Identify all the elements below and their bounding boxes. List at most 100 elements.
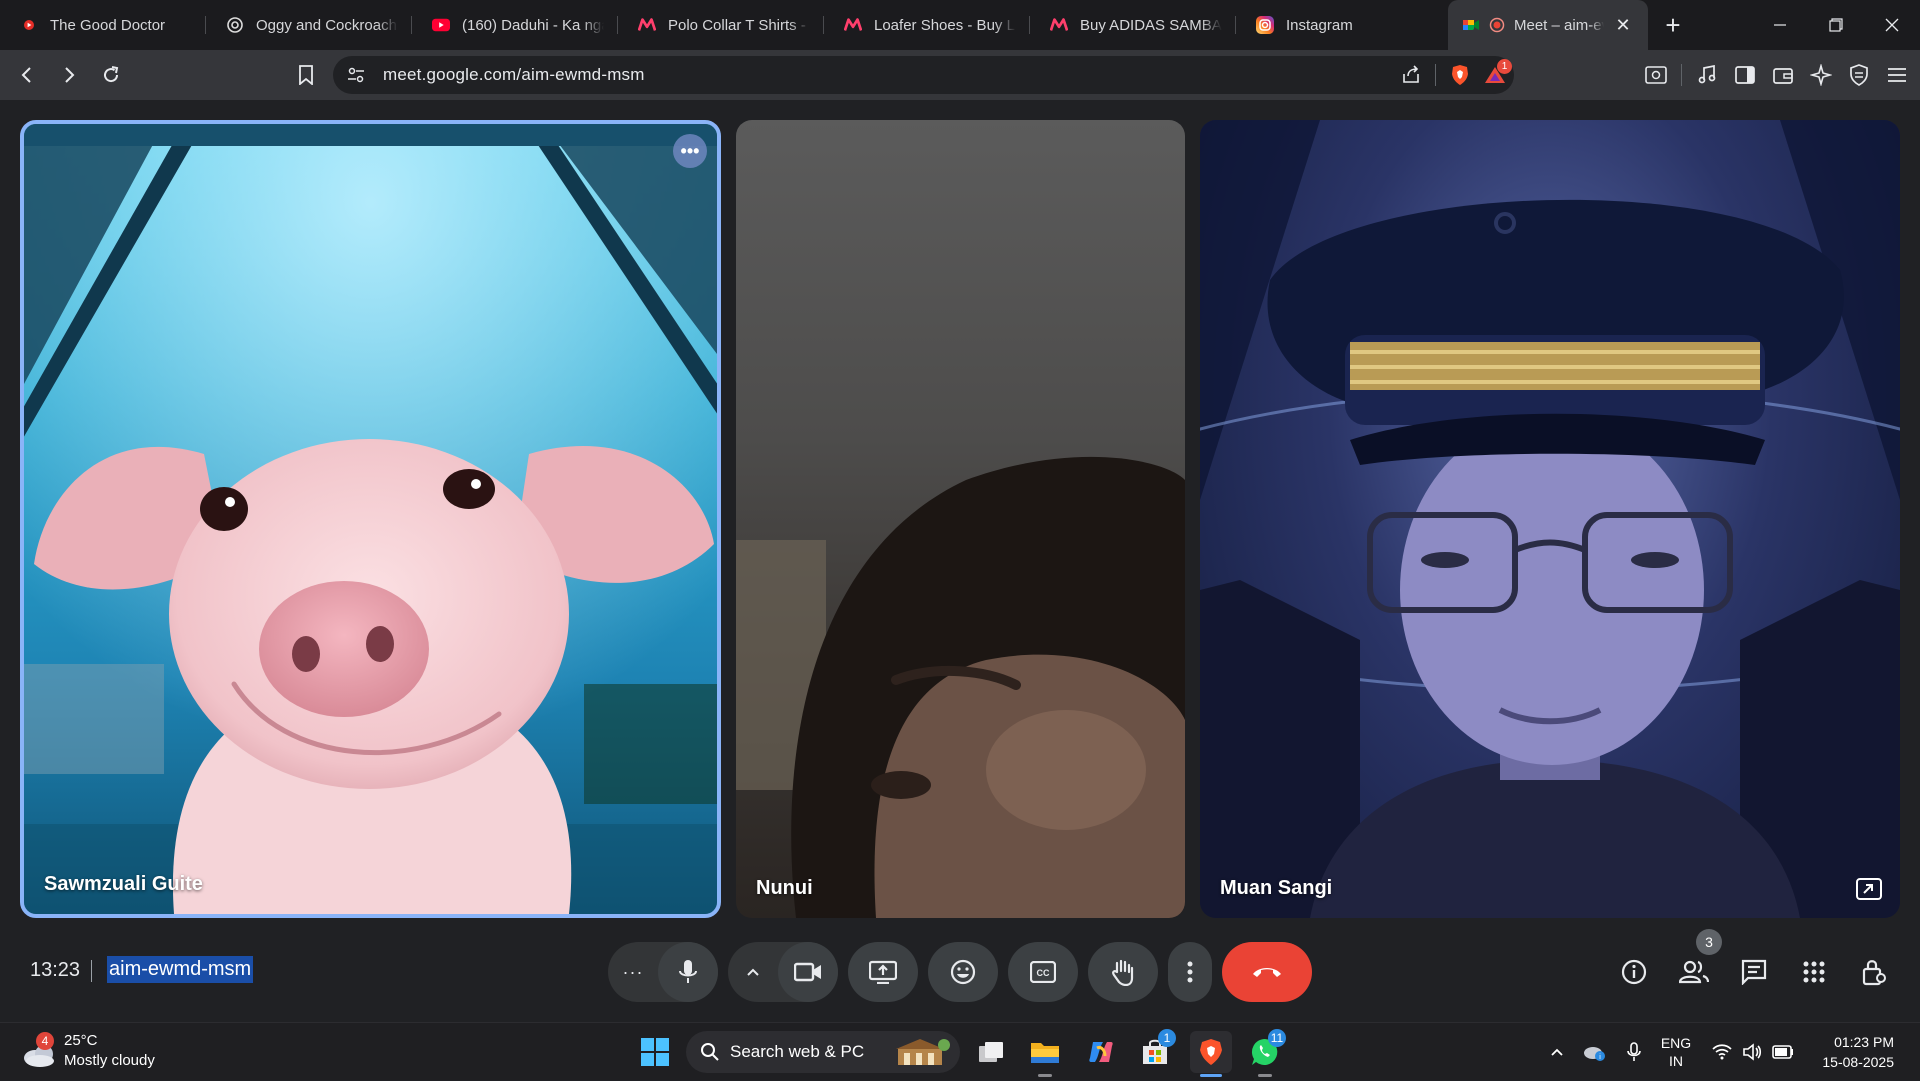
tab-adidas-samba[interactable]: Buy ADIDAS SAMBA C bbox=[1030, 0, 1236, 50]
apps-grid-icon bbox=[1803, 961, 1825, 983]
participant-name: Nunui bbox=[756, 877, 813, 899]
screenshot-search-icon[interactable] bbox=[1643, 62, 1669, 88]
window-controls bbox=[1752, 0, 1920, 50]
more-options-button[interactable]: ••• bbox=[673, 134, 707, 168]
raise-hand-button[interactable] bbox=[1088, 942, 1158, 1002]
emoji-icon bbox=[950, 959, 976, 985]
start-button[interactable] bbox=[634, 1031, 676, 1073]
taskbar-search-box[interactable]: Search web & PC bbox=[686, 1031, 960, 1073]
copilot-button[interactable] bbox=[1080, 1031, 1122, 1073]
input-language-button[interactable]: ENG IN bbox=[1654, 1034, 1698, 1070]
people-button[interactable] bbox=[1674, 952, 1714, 992]
wallet-icon[interactable] bbox=[1770, 62, 1796, 88]
menu-icon[interactable] bbox=[1884, 62, 1910, 88]
media-music-icon[interactable] bbox=[1694, 62, 1720, 88]
leo-ai-icon[interactable] bbox=[1808, 62, 1834, 88]
new-tab-button[interactable]: + bbox=[1648, 0, 1698, 50]
wifi-icon bbox=[1712, 1044, 1732, 1060]
language-code: ENG bbox=[1660, 1035, 1692, 1051]
whatsapp-button[interactable]: 11 bbox=[1244, 1029, 1286, 1077]
chevron-up-icon bbox=[747, 968, 759, 976]
activities-button[interactable] bbox=[1794, 952, 1834, 992]
sidebar-icon[interactable] bbox=[1732, 62, 1758, 88]
tab-title: Instagram bbox=[1286, 16, 1353, 34]
tab-oggy[interactable]: Oggy and Cockroach ( bbox=[206, 0, 412, 50]
brave-rewards-icon[interactable]: 1 bbox=[1484, 59, 1512, 85]
captions-button[interactable]: CC bbox=[1008, 942, 1078, 1002]
url-text: meet.google.com/aim-ewmd-msm bbox=[383, 65, 645, 84]
reload-icon[interactable] bbox=[92, 56, 130, 94]
present-screen-button[interactable] bbox=[848, 942, 918, 1002]
brave-browser-button[interactable] bbox=[1190, 1031, 1232, 1077]
tab-instagram[interactable]: Instagram bbox=[1236, 0, 1432, 50]
whatsapp-badge: 11 bbox=[1268, 1029, 1286, 1047]
brave-shields-icon[interactable] bbox=[1450, 64, 1470, 86]
weather-badge: 4 bbox=[36, 1032, 54, 1050]
region-code: IN bbox=[1669, 1053, 1683, 1069]
search-highlight-icon bbox=[896, 1039, 950, 1065]
more-options-button[interactable] bbox=[1168, 942, 1212, 1002]
participant-tile-1[interactable]: ••• Sawmzuali Guite bbox=[20, 120, 721, 918]
system-tray: i ENG IN 01:23 PM 15-08-2025 bbox=[1540, 1023, 1920, 1081]
youtube-icon bbox=[432, 16, 450, 34]
task-view-button[interactable] bbox=[970, 1031, 1012, 1073]
picture-in-picture-icon[interactable] bbox=[1856, 878, 1882, 900]
tab-daduhi[interactable]: (160) Daduhi - Ka nga bbox=[412, 0, 618, 50]
microphone-tray-icon[interactable] bbox=[1614, 1042, 1654, 1062]
tab-title: (160) Daduhi - Ka nga bbox=[462, 16, 604, 34]
camera-button[interactable] bbox=[778, 942, 838, 1002]
chevron-up-icon[interactable] bbox=[1540, 1047, 1574, 1057]
share-icon[interactable] bbox=[1401, 65, 1421, 85]
tab-title: The Good Doctor bbox=[50, 16, 166, 34]
host-controls-button[interactable] bbox=[1854, 952, 1894, 992]
clock-button[interactable]: 01:23 PM 15-08-2025 bbox=[1804, 1032, 1894, 1072]
participant-name: Muan Sangi bbox=[1220, 877, 1333, 899]
end-call-icon bbox=[1253, 968, 1281, 977]
file-explorer-button[interactable] bbox=[1024, 1031, 1066, 1077]
tab-title: Polo Collar T Shirts - E bbox=[668, 16, 810, 34]
microsoft-store-button[interactable]: 1 bbox=[1134, 1029, 1176, 1073]
battery-icon bbox=[1772, 1045, 1793, 1059]
microphone-button[interactable] bbox=[658, 942, 718, 1002]
meeting-code[interactable]: aim-ewmd-msm bbox=[107, 956, 254, 983]
chat-button[interactable] bbox=[1734, 952, 1774, 992]
video-options-button[interactable] bbox=[728, 942, 778, 1002]
tab-google-meet[interactable]: Meet – aim-ev ✕ bbox=[1448, 0, 1648, 50]
system-time: 01:23 PM bbox=[1834, 1034, 1894, 1050]
reactions-button[interactable] bbox=[928, 942, 998, 1002]
vpn-shield-icon[interactable] bbox=[1846, 62, 1872, 88]
minimize-icon[interactable] bbox=[1752, 0, 1808, 50]
audio-options-button[interactable]: ··· bbox=[608, 942, 658, 1002]
tab-polo-collar[interactable]: Polo Collar T Shirts - E bbox=[618, 0, 824, 50]
windows-logo-icon bbox=[641, 1038, 669, 1066]
tab-title: Loafer Shoes - Buy La bbox=[874, 16, 1016, 34]
running-indicator bbox=[1258, 1074, 1272, 1077]
openai-icon bbox=[226, 16, 244, 34]
weather-temp: 25°C bbox=[64, 1032, 98, 1049]
tab-the-good-doctor[interactable]: The Good Doctor bbox=[0, 0, 206, 50]
participant-video bbox=[1200, 120, 1900, 918]
myntra-icon bbox=[1050, 16, 1068, 34]
hand-icon bbox=[1112, 959, 1134, 986]
forward-icon[interactable] bbox=[50, 56, 88, 94]
onedrive-icon[interactable]: i bbox=[1574, 1043, 1614, 1061]
participant-tile-2[interactable]: Nunui bbox=[736, 120, 1185, 918]
quick-settings-button[interactable] bbox=[1698, 1043, 1804, 1061]
leave-call-button[interactable] bbox=[1222, 942, 1312, 1002]
address-bar[interactable]: meet.google.com/aim-ewmd-msm 1 bbox=[333, 56, 1514, 94]
weather-widget[interactable]: 4 25°C Mostly cloudy bbox=[22, 1031, 155, 1071]
close-window-icon[interactable] bbox=[1864, 0, 1920, 50]
pig-avatar-video bbox=[24, 124, 717, 914]
participant-tile-3[interactable]: Muan Sangi bbox=[1200, 120, 1900, 918]
svg-text:CC: CC bbox=[1037, 968, 1050, 978]
bookmark-icon[interactable] bbox=[287, 56, 325, 94]
restore-icon[interactable] bbox=[1808, 0, 1864, 50]
camera-icon bbox=[794, 962, 821, 982]
tab-title: Oggy and Cockroach ( bbox=[256, 16, 398, 34]
meeting-details-button[interactable] bbox=[1614, 952, 1654, 992]
close-tab-icon[interactable]: ✕ bbox=[1612, 14, 1634, 36]
tab-loafer-shoes[interactable]: Loafer Shoes - Buy La bbox=[824, 0, 1030, 50]
site-settings-icon[interactable] bbox=[347, 66, 365, 84]
participant-name: Sawmzuali Guite bbox=[44, 873, 203, 895]
back-icon[interactable] bbox=[8, 56, 46, 94]
